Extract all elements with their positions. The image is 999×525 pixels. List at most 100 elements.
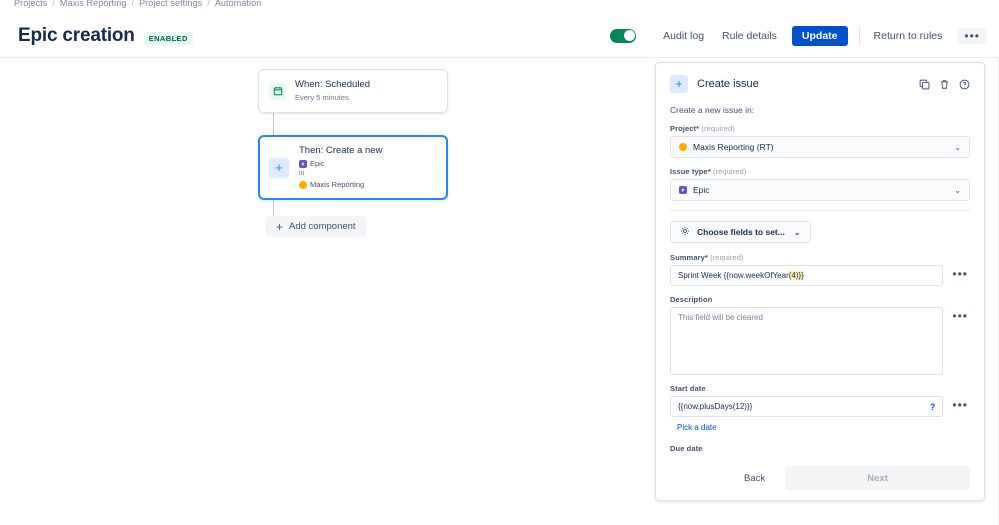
epic-icon xyxy=(299,159,307,168)
action-project-row: Maxis Reporting xyxy=(299,179,382,190)
project-label: Project* (required) xyxy=(670,124,735,133)
project-field: Project* (required) Maxis Reporting (RT)… xyxy=(670,124,970,158)
description-label: Description xyxy=(670,295,713,304)
calendar-icon xyxy=(269,82,286,100)
return-to-rules-button[interactable]: Return to rules xyxy=(865,26,952,46)
panel-header: + Create issue xyxy=(670,75,970,93)
summary-label: Summary* (required) xyxy=(670,253,744,262)
back-button[interactable]: Back xyxy=(732,468,777,489)
due-date-field: Due date {{now.plusDays(25)}} ? ••• Pick… xyxy=(670,444,970,456)
rule-enabled-toggle[interactable] xyxy=(610,28,637,43)
summary-value-plain: Sprint Week {{now.weekOfYear xyxy=(678,271,789,280)
summary-required: (required) xyxy=(710,253,744,262)
update-button[interactable]: Update xyxy=(791,25,848,46)
flow-connector xyxy=(273,113,274,135)
gear-icon xyxy=(680,226,690,238)
panel-divider xyxy=(670,210,970,211)
breadcrumb: Projects / Maxis Reporting / Project set… xyxy=(14,0,261,10)
project-select-value: Maxis Reporting (RT) xyxy=(693,142,774,152)
status-badge: ENABLED xyxy=(143,31,193,45)
choose-fields-button[interactable]: Choose fields to set... ⌄ xyxy=(670,221,811,243)
project-avatar-icon xyxy=(679,143,687,151)
summary-more-button[interactable]: ••• xyxy=(950,265,970,283)
issue-type-field: Issue type* (required) Epic ⌄ xyxy=(670,167,970,201)
description-input-row: This field will be cleared ••• xyxy=(670,307,970,375)
audit-log-button[interactable]: Audit log xyxy=(654,26,713,46)
chevron-down-icon: ⌄ xyxy=(793,227,801,237)
due-date-label: Due date xyxy=(670,444,703,453)
start-date-pick-link[interactable]: Pick a date xyxy=(677,423,717,432)
start-date-more-button[interactable]: ••• xyxy=(950,396,970,414)
trigger-subtitle: Every 5 minutes xyxy=(295,93,349,102)
more-actions-button[interactable]: ••• xyxy=(957,27,987,44)
trigger-title: When: Scheduled xyxy=(295,79,370,90)
action-node-body: Then: Create a new Epic in Maxis Reporti… xyxy=(299,145,382,190)
breadcrumb-separator: / xyxy=(52,0,55,8)
breadcrumb-item-projects[interactable]: Projects xyxy=(14,0,47,8)
issue-type-label: Issue type* (required) xyxy=(670,167,747,176)
rule-details-button[interactable]: Rule details xyxy=(713,26,786,46)
description-field: Description This field will be cleared •… xyxy=(670,295,970,375)
rule-flow: When: Scheduled Every 5 minutes + Then: … xyxy=(258,69,448,237)
trash-icon[interactable] xyxy=(939,79,950,90)
project-select[interactable]: Maxis Reporting (RT) ⌄ xyxy=(670,136,970,158)
panel-title: Create issue xyxy=(697,78,759,90)
header-divider xyxy=(858,26,860,45)
action-project: Maxis Reporting xyxy=(310,180,365,189)
summary-value-highlight: (4)}} xyxy=(788,271,804,280)
add-branch-icon[interactable]: + xyxy=(269,157,289,178)
start-date-label: Start date xyxy=(670,384,706,393)
breadcrumb-item-maxis-reporting[interactable]: Maxis Reporting xyxy=(60,0,127,8)
panel-subtitle: Create a new issue in: xyxy=(670,105,755,115)
project-avatar-icon xyxy=(299,180,307,189)
trigger-node-scheduled[interactable]: When: Scheduled Every 5 minutes xyxy=(258,69,448,113)
help-circle-icon[interactable] xyxy=(959,79,970,90)
start-date-value: {{now.plusDays(12)}} xyxy=(678,402,753,411)
chevron-down-icon: ⌄ xyxy=(954,142,961,152)
breadcrumb-separator: / xyxy=(131,0,135,8)
panel-header-actions xyxy=(919,79,970,90)
next-button: Next xyxy=(785,466,970,490)
action-issue-type-row: Epic xyxy=(299,158,382,169)
issue-type-required: (required) xyxy=(712,167,747,176)
start-date-input-row: {{now.plusDays(12)}} ? ••• xyxy=(670,396,970,417)
epic-icon xyxy=(679,186,687,194)
page-header: Epic creation ENABLED Audit log Rule det… xyxy=(0,14,999,58)
start-date-input[interactable]: {{now.plusDays(12)}} ? xyxy=(670,396,944,417)
panel-content: + Create issue Create a new issue in: Pr… xyxy=(656,63,984,456)
page-title: Epic creation xyxy=(18,24,135,46)
issue-type-select-value: Epic xyxy=(693,185,710,195)
project-required: (required) xyxy=(701,124,735,133)
breadcrumb-item-automation[interactable]: Automation xyxy=(215,0,262,8)
action-node-create-issue[interactable]: + Then: Create a new Epic in Maxis Repor… xyxy=(258,135,448,200)
chevron-down-icon: ⌄ xyxy=(954,185,961,195)
summary-field: Summary* (required) Sprint Week {{now.we… xyxy=(670,253,970,286)
start-date-field: Start date {{now.plusDays(12)}} ? ••• Pi… xyxy=(670,384,970,435)
trigger-node-body: When: Scheduled Every 5 minutes xyxy=(295,79,370,103)
issue-type-label-text: Issue type xyxy=(670,167,708,176)
toggle-knob xyxy=(623,30,635,41)
description-more-button[interactable]: ••• xyxy=(950,307,970,325)
action-issue-type: Epic xyxy=(310,159,325,168)
summary-input-row: Sprint Week {{now.weekOfYear (4)}} ••• xyxy=(670,265,970,286)
breadcrumb-separator: / xyxy=(207,0,210,8)
flow-connector xyxy=(273,200,274,216)
choose-fields-label: Choose fields to set... xyxy=(697,227,785,237)
add-component-button[interactable]: + Add component xyxy=(266,216,366,237)
plus-icon: + xyxy=(276,219,284,234)
summary-input[interactable]: Sprint Week {{now.weekOfYear (4)}} xyxy=(670,265,944,286)
summary-label-text: Summary xyxy=(670,253,705,262)
add-component-label: Add component xyxy=(289,221,356,232)
issue-type-select[interactable]: Epic ⌄ xyxy=(670,179,970,201)
copy-icon[interactable] xyxy=(919,79,930,90)
action-title: Then: Create a new xyxy=(299,145,383,156)
start-date-help-icon[interactable]: ? xyxy=(930,402,936,412)
description-textarea[interactable]: This field will be cleared xyxy=(670,307,944,375)
header-actions: Audit log Rule details Update Return to … xyxy=(610,25,987,46)
action-in-label: in xyxy=(299,170,305,177)
create-issue-icon: + xyxy=(670,75,688,93)
title-group: Epic creation ENABLED xyxy=(18,25,193,47)
panel-footer: Back Next xyxy=(656,456,984,500)
breadcrumb-item-project-settings[interactable]: Project settings xyxy=(139,0,202,8)
project-label-text: Project xyxy=(670,124,697,133)
